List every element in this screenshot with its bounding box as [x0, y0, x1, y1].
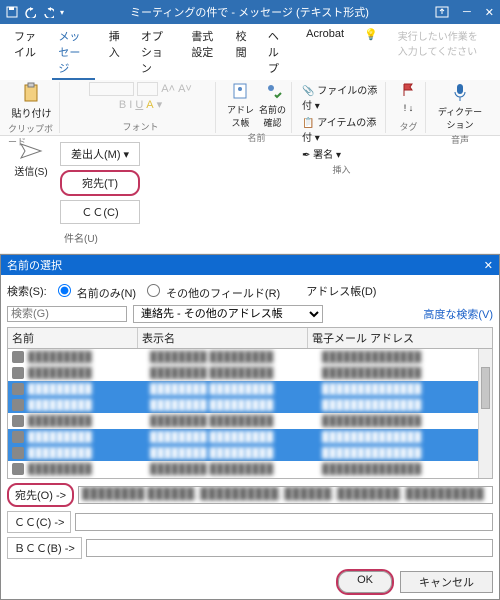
person-icon: [12, 351, 24, 363]
close-icon[interactable]: ✕: [485, 6, 494, 19]
col-name[interactable]: 名前: [8, 328, 138, 348]
dictation-button[interactable]: ディクテーション: [436, 82, 484, 131]
table-row[interactable]: █████████████████ ██████████████████████…: [8, 413, 492, 429]
tell-me-text[interactable]: 実行したい作業を入力してください: [392, 26, 492, 80]
paste-label: 貼り付け: [12, 105, 52, 120]
address-book-label: アドレス帳: [226, 103, 255, 129]
tab-review[interactable]: 校閲: [230, 26, 254, 80]
search-input[interactable]: [7, 306, 127, 322]
person-icon: [12, 463, 24, 475]
person-icon: [12, 431, 24, 443]
dialog-title: 名前の選択: [7, 257, 62, 273]
scrollbar[interactable]: [478, 349, 492, 478]
ok-button[interactable]: OK: [338, 571, 392, 593]
ribbon-tabs: ファイル メッセージ 挿入 オプション 書式設定 校閲 ヘルプ Acrobat …: [0, 24, 500, 80]
tab-help[interactable]: ヘルプ: [262, 26, 292, 80]
select-names-dialog: 名前の選択 ✕ 検索(S): 名前のみ(N) その他のフィールド(R) アドレス…: [0, 254, 500, 600]
scroll-thumb[interactable]: [481, 367, 490, 409]
flag-button[interactable]: [401, 82, 417, 101]
person-icon: [12, 415, 24, 427]
redo-icon[interactable]: [42, 6, 54, 18]
table-row[interactable]: █████████████████ ██████████████████████…: [8, 381, 492, 397]
paste-button[interactable]: 貼り付け: [12, 82, 52, 120]
to-recipient-field[interactable]: ████████ ██████; ██████████; ██████; ███…: [78, 486, 493, 504]
ribbon: 貼り付け クリップボード A˄A˅ B I U A ▾ フォント アドレス帳 名…: [0, 80, 500, 136]
table-row[interactable]: █████████████████ ██████████████████████…: [8, 461, 492, 477]
attach-item-button[interactable]: 📋 アイテムの添付 ▾: [302, 114, 381, 144]
compose-header: 送信(S) 差出人(M) ▾ 宛先(T) ＣＣ(C) 件名(U): [0, 136, 500, 254]
check-names-button[interactable]: 名前の確認: [258, 82, 287, 129]
cancel-button[interactable]: キャンセル: [400, 571, 493, 593]
font-group-label: フォント: [122, 120, 158, 133]
window-title: ミーティングの件で - メッセージ (テキスト形式): [64, 4, 435, 20]
save-icon[interactable]: [6, 6, 18, 18]
search-label: 検索(S):: [7, 283, 47, 299]
tag-group-label: タグ: [399, 120, 417, 133]
radio-name-only[interactable]: 名前のみ(N): [53, 281, 136, 301]
to-button[interactable]: 宛先(T): [60, 170, 140, 196]
person-icon: [12, 399, 24, 411]
person-icon: [12, 367, 24, 379]
minimize-icon[interactable]: ─: [463, 6, 471, 18]
bcc-recipient-field[interactable]: [86, 539, 493, 557]
cc-button[interactable]: ＣＣ(C): [60, 200, 140, 224]
tab-format[interactable]: 書式設定: [185, 26, 221, 80]
grid-header: 名前 表示名 電子メール アドレス: [7, 327, 493, 349]
table-row[interactable]: █████████████████ ██████████████████████…: [8, 445, 492, 461]
window-up-icon[interactable]: [435, 6, 449, 18]
table-row[interactable]: █████████████████ ██████████████████████…: [8, 397, 492, 413]
attach-file-button[interactable]: 📎 ファイルの添付 ▾: [302, 82, 381, 112]
table-row[interactable]: █████████████████ ██████████████████████…: [8, 349, 492, 365]
to-recipient-button[interactable]: 宛先(O) ->: [7, 483, 74, 507]
check-names-label: 名前の確認: [258, 103, 287, 129]
address-book-button[interactable]: アドレス帳: [226, 82, 255, 129]
col-display[interactable]: 表示名: [138, 328, 308, 348]
table-row[interactable]: █████████████████ ██████████████████████…: [8, 429, 492, 445]
tab-options[interactable]: オプション: [135, 26, 177, 80]
voice-group-label: 音声: [451, 133, 469, 146]
tell-me-icon[interactable]: 💡: [358, 26, 384, 80]
subject-label: 件名(U): [60, 228, 140, 247]
insert-group-label: 挿入: [332, 163, 350, 176]
person-icon: [12, 383, 24, 395]
tab-file[interactable]: ファイル: [8, 26, 44, 80]
col-email[interactable]: 電子メール アドレス: [308, 328, 492, 348]
addressbook-label: アドレス帳(D): [306, 283, 376, 299]
advanced-search-link[interactable]: 高度な検索(V): [423, 306, 493, 322]
contacts-grid[interactable]: █████████████████ ██████████████████████…: [7, 349, 493, 479]
from-button[interactable]: 差出人(M) ▾: [60, 142, 140, 166]
person-icon: [12, 447, 24, 459]
undo-icon[interactable]: [24, 6, 36, 18]
send-label[interactable]: 送信(S): [6, 163, 56, 178]
addressbook-select[interactable]: 連絡先 - その他のアドレス帳: [133, 305, 323, 323]
dialog-close-icon[interactable]: ✕: [484, 259, 493, 272]
tab-acrobat[interactable]: Acrobat: [300, 26, 350, 80]
table-row[interactable]: █████████████████ ██████████████████████…: [8, 365, 492, 381]
signature-button[interactable]: ✒ 署名 ▾: [302, 146, 341, 161]
cc-recipient-button[interactable]: ＣＣ(C) ->: [7, 511, 71, 533]
tab-insert[interactable]: 挿入: [103, 26, 127, 80]
radio-other-fields[interactable]: その他のフィールド(R): [142, 281, 280, 301]
send-icon[interactable]: [6, 142, 56, 163]
title-bar: ▾ ミーティングの件で - メッセージ (テキスト形式) ─ ✕: [0, 0, 500, 24]
names-group-label: 名前: [247, 131, 265, 144]
cc-recipient-field[interactable]: [75, 513, 493, 531]
tab-message[interactable]: メッセージ: [52, 26, 94, 80]
bcc-recipient-button[interactable]: ＢＣＣ(B) ->: [7, 537, 82, 559]
